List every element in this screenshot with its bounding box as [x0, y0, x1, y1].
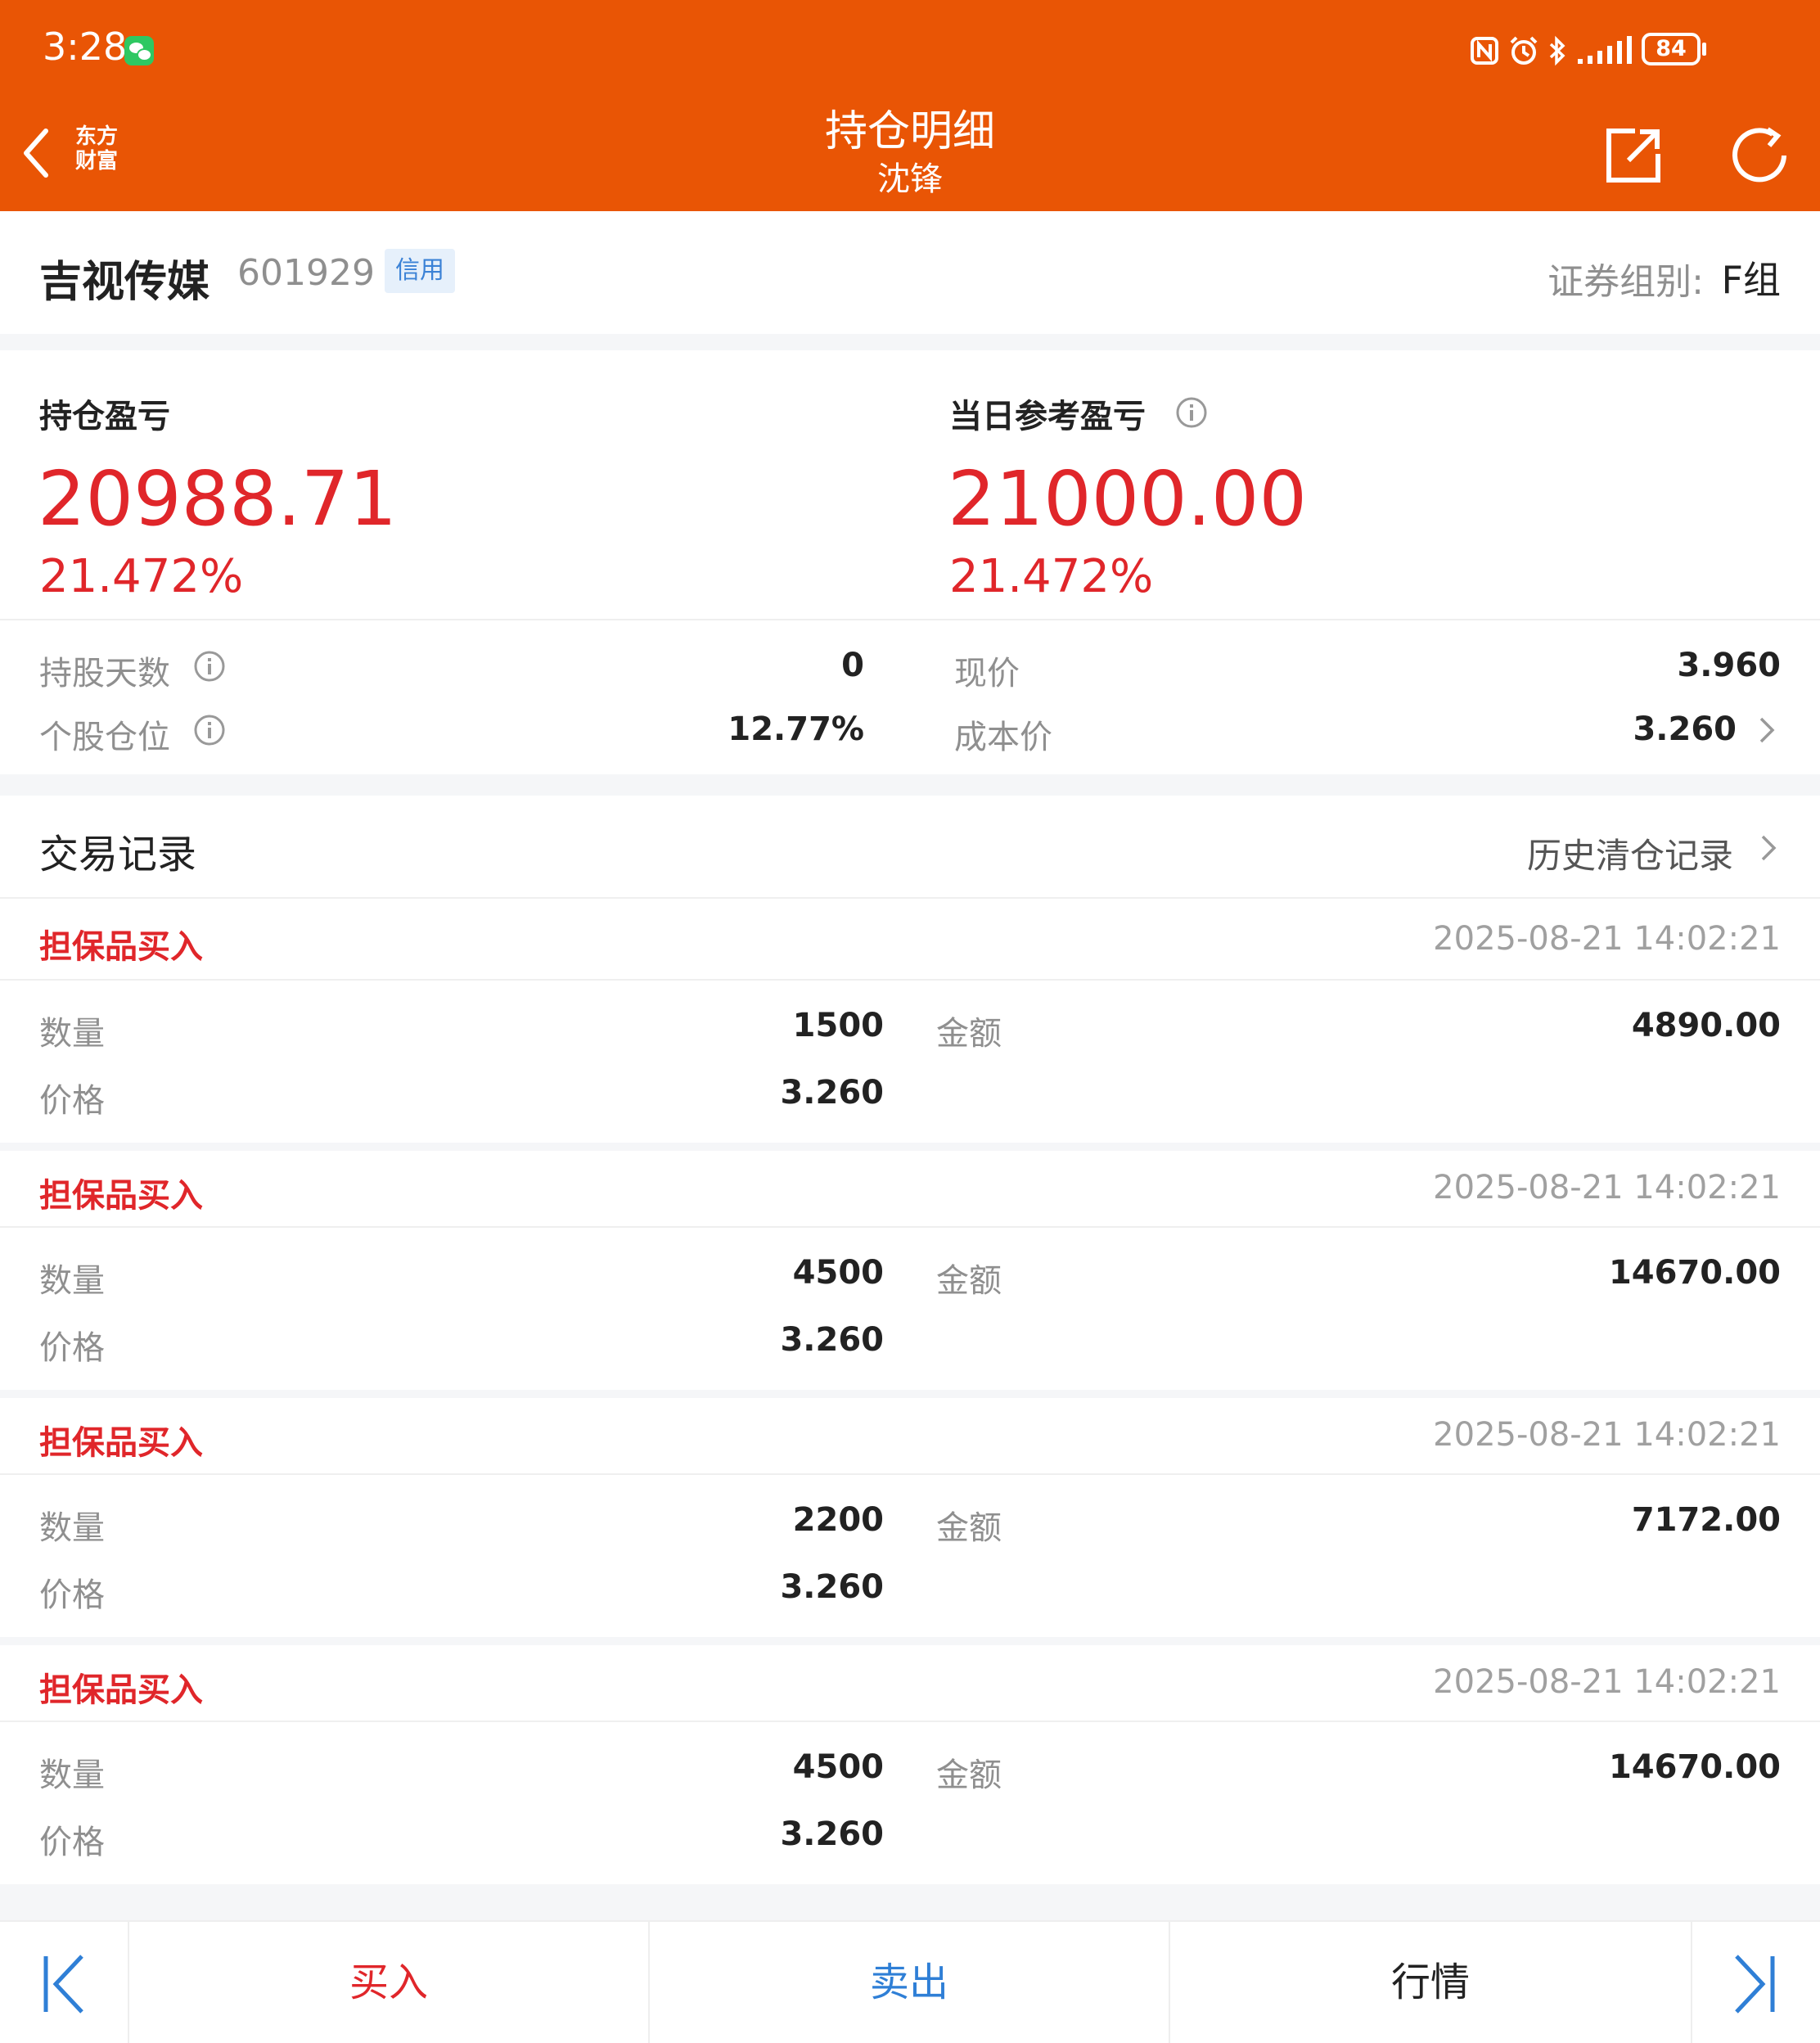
price-label: 价格 — [39, 1824, 105, 1861]
security-group-value: F组 — [1721, 258, 1781, 302]
quantity-label: 数量 — [39, 1015, 105, 1053]
divider — [0, 897, 1820, 899]
cost-price-value[interactable]: 3.260 — [1633, 710, 1737, 748]
cost-price-label[interactable]: 成本价 — [954, 710, 1052, 758]
chevron-right-icon[interactable] — [1758, 715, 1776, 745]
price-value: 3.260 — [780, 1321, 884, 1359]
app-header: 3:28 84 东方 财富 持仓明细 沈锋 — [0, 0, 1820, 211]
trade-type: 担保品买入 — [39, 1424, 203, 1462]
chevron-right-icon[interactable] — [1759, 833, 1777, 863]
divider — [0, 1721, 1820, 1722]
divider — [1691, 1922, 1692, 2043]
credit-badge: 信用 — [385, 249, 455, 293]
security-group-label: 证券组别: — [1547, 261, 1704, 303]
current-price-value: 3.960 — [1677, 647, 1781, 684]
previous-stock-icon[interactable] — [41, 1953, 87, 2015]
price-value: 3.260 — [780, 1074, 884, 1112]
refresh-icon[interactable] — [1730, 126, 1792, 185]
day-pnl-percent: 21.472% — [949, 550, 1154, 603]
current-price-label: 现价 — [954, 655, 1020, 692]
amount-value: 7172.00 — [1631, 1501, 1781, 1539]
record-divider — [0, 1390, 1820, 1398]
divider — [0, 619, 1820, 620]
quantity-label: 数量 — [39, 1757, 105, 1794]
section-divider — [0, 774, 1820, 796]
hold-pnl-value: 20988.71 — [38, 455, 397, 543]
price-value: 3.260 — [780, 1568, 884, 1606]
account-name: 沈锋 — [877, 160, 943, 198]
price-label: 价格 — [39, 1576, 105, 1614]
record-divider — [0, 1143, 1820, 1151]
trade-time: 2025-08-21 14:02:21 — [1433, 1169, 1781, 1206]
stock-info-row: 吉视传媒 601929 信用 证券组别: F组 — [0, 211, 1820, 334]
position-ratio-label: 个股仓位 — [39, 719, 170, 756]
page-title: 持仓明细 — [824, 107, 995, 156]
history-clearance-link[interactable]: 历史清仓记录 — [1527, 828, 1733, 878]
amount-value: 14670.00 — [1608, 1254, 1781, 1292]
signal-icon — [1578, 36, 1632, 64]
stock-code: 601929 — [237, 252, 375, 294]
trade-records-title: 交易记录 — [39, 832, 197, 877]
trade-type: 担保品买入 — [39, 1177, 203, 1215]
battery-icon: 84 — [1642, 33, 1701, 65]
quantity-label: 数量 — [39, 1262, 105, 1300]
section-divider — [0, 334, 1820, 350]
hold-days-info-icon[interactable] — [193, 650, 226, 683]
battery-level: 84 — [1656, 36, 1687, 61]
divider — [0, 979, 1820, 981]
wechat-notification-icon — [124, 36, 154, 65]
battery-cap — [1702, 43, 1706, 56]
bluetooth-icon — [1549, 35, 1565, 66]
price-value: 3.260 — [780, 1815, 884, 1853]
next-stock-icon[interactable] — [1732, 1953, 1777, 2015]
trade-time: 2025-08-21 14:02:21 — [1433, 920, 1781, 958]
hold-days-value: 0 — [841, 647, 864, 684]
quote-button[interactable]: 行情 — [1170, 1922, 1691, 2043]
price-label: 价格 — [39, 1329, 105, 1367]
trade-time: 2025-08-21 14:02:21 — [1433, 1663, 1781, 1701]
trade-type: 担保品买入 — [39, 1671, 203, 1709]
amount-label: 金额 — [936, 1509, 1002, 1547]
trade-type: 担保品买入 — [39, 928, 203, 966]
quantity-value: 1500 — [792, 1007, 884, 1044]
hold-pnl-percent: 21.472% — [39, 550, 244, 603]
quantity-value: 4500 — [792, 1254, 884, 1292]
trade-time: 2025-08-21 14:02:21 — [1433, 1416, 1781, 1454]
quantity-value: 4500 — [792, 1748, 884, 1786]
hold-days-label: 持股天数 — [39, 655, 170, 692]
status-time: 3:28 — [43, 25, 128, 69]
price-label: 价格 — [39, 1082, 105, 1120]
sell-button[interactable]: 卖出 — [650, 1922, 1169, 2043]
amount-label: 金额 — [936, 1262, 1002, 1300]
day-pnl-info-icon[interactable] — [1175, 396, 1208, 429]
section-divider — [0, 1884, 1820, 1920]
position-ratio-info-icon[interactable] — [193, 714, 226, 746]
alarm-icon — [1510, 36, 1538, 65]
quantity-value: 2200 — [792, 1501, 884, 1539]
record-divider — [0, 1637, 1820, 1645]
buy-button[interactable]: 买入 — [129, 1922, 648, 2043]
amount-value: 4890.00 — [1631, 1007, 1781, 1044]
amount-value: 14670.00 — [1608, 1748, 1781, 1786]
hold-pnl-label: 持仓盈亏 — [39, 398, 170, 435]
amount-label: 金额 — [936, 1757, 1002, 1794]
day-pnl-value: 21000.00 — [948, 455, 1307, 543]
share-icon[interactable] — [1604, 126, 1663, 185]
divider — [0, 1226, 1820, 1228]
position-ratio-value: 12.77% — [728, 710, 864, 748]
nfc-icon — [1471, 37, 1498, 65]
stock-name: 吉视传媒 — [39, 258, 210, 307]
amount-label: 金额 — [936, 1015, 1002, 1053]
day-pnl-label: 当日参考盈亏 — [949, 398, 1146, 435]
divider — [0, 1473, 1820, 1475]
quantity-label: 数量 — [39, 1509, 105, 1547]
